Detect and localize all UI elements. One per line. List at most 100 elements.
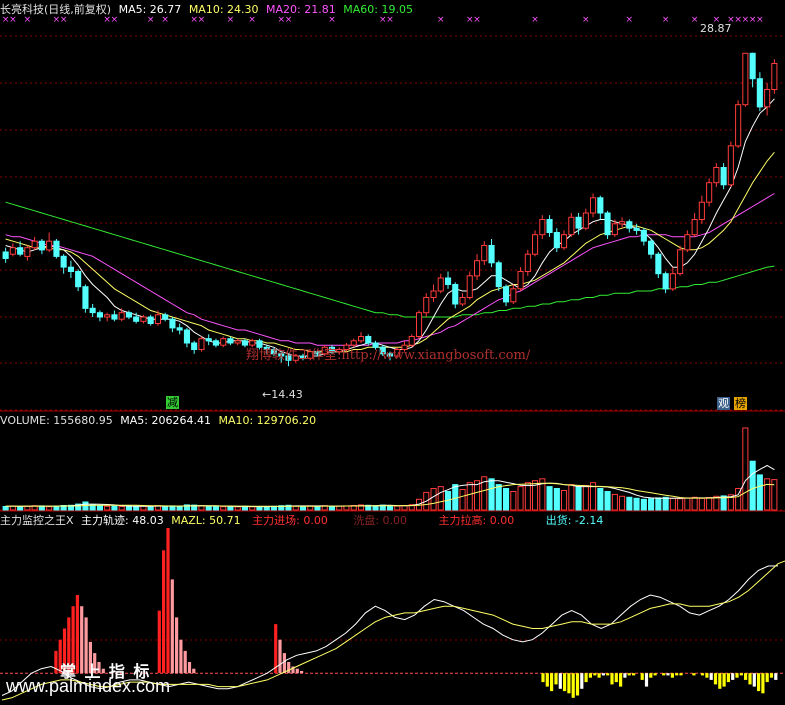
candlestick[interactable]: [655, 252, 662, 278]
indicator-bar: [692, 673, 696, 676]
candlestick[interactable]: [38, 239, 45, 255]
candlestick[interactable]: [582, 208, 589, 231]
candlestick[interactable]: [684, 230, 691, 252]
candlestick[interactable]: [742, 52, 749, 107]
candlestick[interactable]: [677, 245, 684, 276]
candlestick[interactable]: [466, 271, 473, 300]
candlestick[interactable]: [532, 230, 539, 257]
candlestick[interactable]: [488, 239, 495, 268]
candlestick[interactable]: [118, 308, 125, 322]
candlestick[interactable]: [517, 267, 524, 291]
candlestick[interactable]: [31, 236, 38, 250]
indicator-bar: [713, 673, 718, 685]
candlestick[interactable]: [220, 336, 227, 348]
candlestick[interactable]: [640, 228, 647, 246]
candle-body: [640, 229, 647, 242]
candlestick[interactable]: [764, 83, 771, 116]
candle-body: [568, 216, 575, 236]
volume-bar: [662, 496, 669, 511]
candle-body: [503, 286, 510, 303]
candlestick[interactable]: [234, 338, 241, 346]
candlestick[interactable]: [626, 219, 633, 233]
candlestick[interactable]: [205, 334, 212, 346]
candlestick[interactable]: [60, 254, 67, 274]
candlestick[interactable]: [568, 213, 575, 237]
candlestick[interactable]: [104, 312, 111, 322]
candlestick[interactable]: [561, 230, 568, 250]
indicator-bar: [718, 673, 722, 689]
candlestick[interactable]: [503, 284, 510, 307]
candlestick[interactable]: [619, 217, 626, 229]
candlestick[interactable]: [423, 293, 430, 317]
candlestick[interactable]: [546, 215, 553, 237]
candlestick[interactable]: [481, 241, 488, 265]
candle-body: [205, 338, 212, 342]
candlestick[interactable]: [735, 100, 742, 148]
volume-bar: [597, 488, 604, 511]
candlestick[interactable]: [358, 332, 365, 343]
candlestick[interactable]: [771, 59, 778, 94]
candlestick[interactable]: [430, 284, 437, 302]
candlestick[interactable]: [669, 267, 676, 291]
candlestick[interactable]: [96, 310, 104, 322]
candlestick[interactable]: [706, 178, 713, 207]
indicator-bar: [580, 673, 584, 689]
candlestick[interactable]: [24, 245, 31, 261]
candlestick[interactable]: [198, 336, 205, 352]
candlestick[interactable]: [445, 271, 452, 289]
candle-body: [553, 232, 560, 249]
candlestick[interactable]: [46, 232, 53, 253]
candlestick[interactable]: [176, 323, 183, 335]
candle-body: [539, 219, 546, 236]
candlestick[interactable]: [691, 213, 698, 237]
candlestick[interactable]: [437, 273, 444, 294]
candlestick[interactable]: [597, 195, 604, 220]
volume-bar: [256, 506, 263, 511]
candlestick[interactable]: [169, 317, 176, 333]
volume-bar: [372, 505, 379, 511]
candlestick[interactable]: [191, 340, 198, 354]
indicator-bar: [588, 673, 592, 678]
candlestick[interactable]: [416, 310, 423, 339]
candlestick[interactable]: [495, 260, 502, 291]
candlestick[interactable]: [756, 72, 763, 112]
candlestick[interactable]: [89, 304, 96, 317]
candlestick[interactable]: [53, 239, 60, 259]
candlestick[interactable]: [604, 210, 611, 239]
candlestick[interactable]: [648, 239, 655, 259]
candlestick[interactable]: [662, 271, 669, 294]
candlestick[interactable]: [82, 284, 89, 313]
candlestick[interactable]: [212, 338, 219, 348]
cross-marker: ×: [248, 15, 256, 25]
candlestick[interactable]: [713, 163, 720, 187]
candlestick[interactable]: [474, 254, 481, 281]
candlestick[interactable]: [698, 195, 705, 224]
indicator-bar: [157, 610, 161, 674]
candlestick[interactable]: [183, 327, 190, 348]
candlestick[interactable]: [749, 52, 756, 88]
candlestick[interactable]: [111, 310, 118, 322]
candlestick[interactable]: [524, 249, 531, 276]
candlestick[interactable]: [227, 336, 234, 346]
candlestick[interactable]: [9, 243, 16, 257]
candlestick[interactable]: [727, 141, 734, 188]
candlestick[interactable]: [553, 228, 560, 252]
candlestick[interactable]: [2, 247, 9, 263]
candlestick[interactable]: [539, 215, 546, 239]
ma60-legend: MA60: 19.05: [343, 3, 413, 16]
candlestick-layer[interactable]: [2, 52, 778, 367]
candlestick[interactable]: [633, 223, 640, 235]
candlestick[interactable]: [67, 260, 75, 278]
candlestick[interactable]: [720, 163, 727, 190]
candlestick[interactable]: [452, 282, 459, 309]
candlestick[interactable]: [590, 193, 597, 218]
indicator-bar: [183, 650, 187, 674]
candlestick[interactable]: [510, 284, 517, 305]
candle-body: [532, 234, 539, 255]
volume-bar: [46, 506, 53, 511]
volume-bar-layer[interactable]: [2, 427, 778, 511]
candlestick[interactable]: [459, 293, 466, 307]
candlestick[interactable]: [75, 269, 82, 291]
candle-body: [118, 312, 125, 320]
candlestick[interactable]: [147, 314, 154, 326]
